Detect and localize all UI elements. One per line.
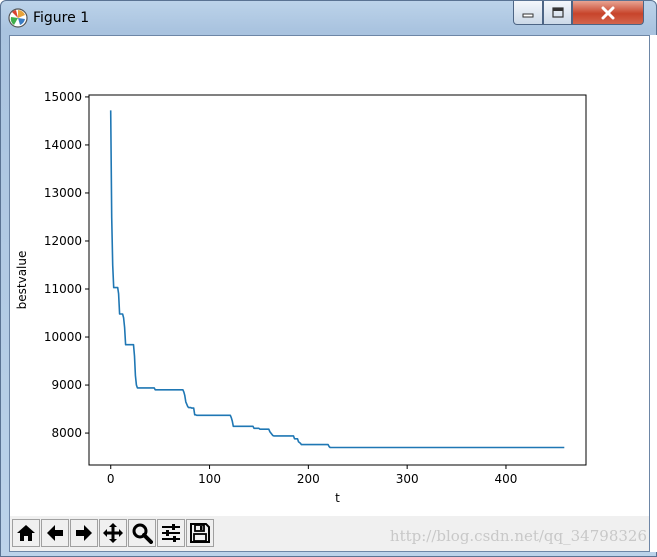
window-edge <box>650 35 657 552</box>
zoom-button[interactable] <box>128 519 156 547</box>
x-tick-label: 100 <box>198 472 221 486</box>
home-icon <box>17 525 35 541</box>
figure-canvas-area: 0 100 200 300 400 8000 9000 10000 11000 12000 1300… <box>9 35 650 552</box>
maximize-icon <box>551 6 564 18</box>
x-tick-label: 200 <box>297 472 320 486</box>
forward-icon <box>76 525 92 541</box>
x-tick-label: 400 <box>495 472 518 486</box>
forward-button[interactable] <box>70 519 98 547</box>
y-tick-label: 13000 <box>44 186 82 200</box>
y-tick-label: 15000 <box>44 90 82 104</box>
line-chart[interactable]: 0 100 200 300 400 8000 9000 10000 11000 12000 1300… <box>10 36 649 516</box>
x-tick-label: 300 <box>396 472 419 486</box>
y-tick-label: 10000 <box>44 330 82 344</box>
save-figure-button[interactable] <box>186 519 214 547</box>
minimize-icon <box>522 13 534 17</box>
plot-frame <box>88 94 587 466</box>
configure-subplots-icon <box>162 524 180 542</box>
save-icon <box>190 523 210 543</box>
close-button[interactable] <box>572 1 644 25</box>
navigation-toolbar: http://blog.csdn.net/qq_34798326 <box>10 516 649 551</box>
back-icon <box>47 525 63 541</box>
y-tick-label: 12000 <box>44 234 82 248</box>
x-tick-label: 0 <box>107 472 115 486</box>
figure-window: Figure 1 0 100 200 300 400 8000 9000 10000 11000… <box>0 0 657 557</box>
y-axis-label: bestvalue <box>15 251 29 310</box>
watermark: http://blog.csdn.net/qq_34798326 <box>389 527 647 545</box>
maximize-button[interactable] <box>543 1 572 25</box>
minimize-button[interactable] <box>513 1 543 25</box>
x-axis-label: t <box>335 491 340 505</box>
configure-subplots-button[interactable] <box>157 519 185 547</box>
window-title: Figure 1 <box>33 10 90 26</box>
zoom-icon <box>132 523 153 544</box>
y-tick-label: 9000 <box>51 378 82 392</box>
y-tick-label: 11000 <box>44 282 82 296</box>
pan-icon <box>103 523 123 543</box>
series-line-0 <box>109 110 565 449</box>
home-button[interactable] <box>12 519 40 547</box>
pan-button[interactable] <box>99 519 127 547</box>
close-icon <box>601 6 615 19</box>
title-bar[interactable]: Figure 1 <box>1 1 656 35</box>
back-button[interactable] <box>41 519 69 547</box>
y-tick-label: 8000 <box>51 426 82 440</box>
matplotlib-app-icon <box>8 8 28 28</box>
y-tick-label: 14000 <box>44 138 82 152</box>
